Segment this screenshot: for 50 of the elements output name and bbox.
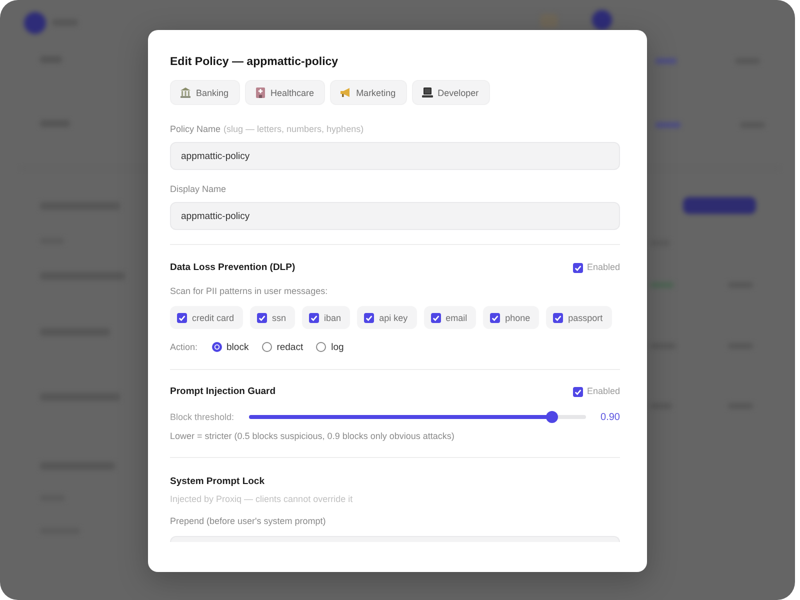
field-label: Policy Name	[170, 124, 221, 135]
checkbox[interactable]	[364, 312, 374, 322]
pattern-option[interactable]: api key	[357, 306, 417, 329]
pattern-option[interactable]: ssn	[250, 306, 296, 329]
checkbox[interactable]	[177, 312, 187, 322]
text-field[interactable]: appmattic-policy	[170, 202, 620, 230]
action-option[interactable]: redact	[262, 342, 304, 352]
radio-button[interactable]	[316, 342, 326, 352]
radio-button[interactable]	[212, 342, 222, 352]
laptop-icon	[422, 87, 433, 98]
checkbox[interactable]	[309, 312, 320, 322]
template-button[interactable]: Developer	[412, 80, 490, 105]
template-button[interactable]: Banking	[170, 80, 240, 105]
threshold-label: Block threshold:	[170, 412, 234, 422]
hospital-icon	[254, 87, 266, 98]
section-description: Injected by Proxiq — clients cannot override it	[170, 494, 354, 505]
action-option[interactable]: block	[212, 342, 249, 352]
section-title: Data Loss Prevention (DLP)	[170, 261, 296, 274]
action-option[interactable]: log	[316, 342, 344, 352]
template-button[interactable]: Healthcare	[244, 80, 326, 105]
pattern-option[interactable]: phone	[483, 306, 540, 329]
pattern-option[interactable]: credit card	[170, 306, 244, 329]
megaphone-icon	[340, 87, 352, 98]
text-field[interactable]: appmattic-policy	[170, 142, 620, 170]
threshold-note: Lower = stricter (0.5 blocks suspicious, 0.9 blocks only obvious attacks)	[170, 431, 456, 442]
radio-button[interactable]	[262, 342, 272, 352]
pattern-option[interactable]: passport	[546, 306, 612, 329]
bank-icon	[180, 87, 191, 98]
threshold-slider[interactable]	[249, 411, 586, 423]
pattern-option[interactable]: iban	[302, 306, 350, 329]
section-title: Prompt Injection Guard	[170, 385, 276, 398]
pattern-option[interactable]: email	[424, 306, 476, 329]
checkbox[interactable]	[430, 312, 441, 322]
section-description: Scan for PII patterns in user messages:	[170, 286, 329, 297]
field-label: Display Name	[170, 184, 226, 195]
field-label: Prepend (before user's system prompt)	[170, 516, 327, 527]
section-title: System Prompt Lock	[170, 475, 266, 488]
checkbox[interactable]	[572, 386, 583, 396]
dialog-title: Edit Policy — appmattic-policy	[170, 55, 340, 70]
field-hint: (slug — letters, numbers, hyphens)	[224, 124, 364, 135]
checkbox[interactable]	[490, 312, 500, 322]
enabled-checkbox[interactable]: Enabled	[572, 385, 620, 398]
enabled-checkbox[interactable]: Enabled	[572, 261, 620, 274]
slider-thumb[interactable]	[546, 411, 558, 423]
template-button[interactable]: Marketing	[330, 80, 407, 105]
checkbox[interactable]	[572, 262, 583, 272]
checkbox[interactable]	[553, 312, 564, 322]
action-label: Action:	[170, 342, 198, 352]
checkbox[interactable]	[257, 312, 268, 322]
threshold-value: 0.90	[600, 412, 620, 422]
